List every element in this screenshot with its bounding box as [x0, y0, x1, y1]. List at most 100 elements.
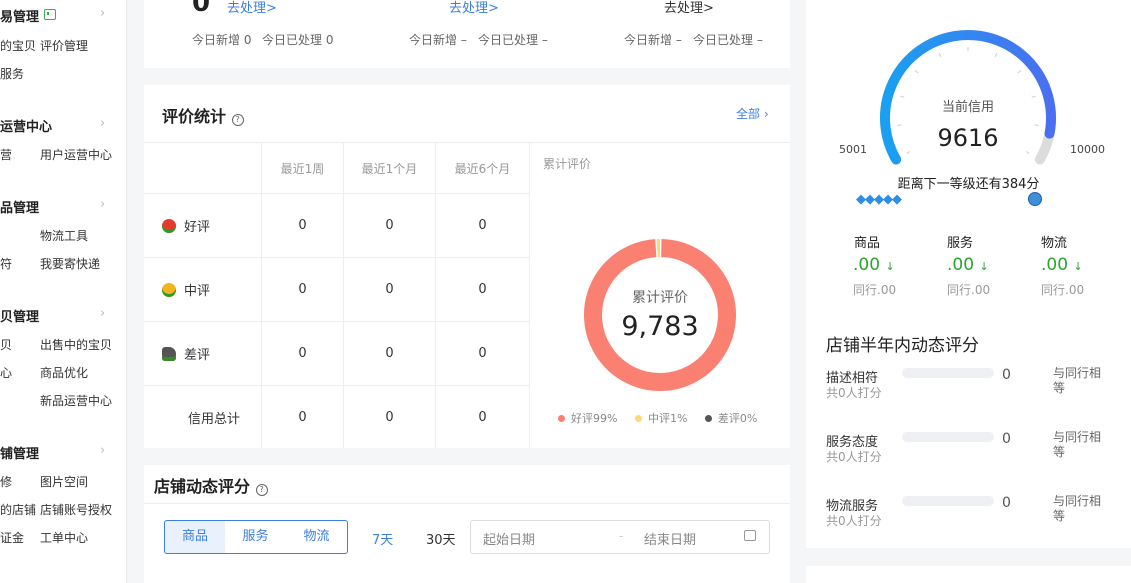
cumulative-title: 累计评价 [543, 157, 592, 171]
handle-link[interactable]: 去处理> [227, 0, 277, 16]
gauge-tick [1025, 151, 1030, 154]
metric-name: 商品 [854, 236, 881, 251]
help-icon[interactable]: ? [231, 114, 244, 126]
chevron-right-icon[interactable]: › [100, 116, 105, 131]
sidebar-item[interactable]: 的宝贝 [0, 37, 36, 54]
date-range-picker[interactable]: 起始日期 - 结束日期 [470, 520, 770, 554]
table-row: 差评 0 0 0 [144, 321, 530, 386]
range-30d[interactable]: 30天 [426, 529, 456, 548]
sidebar-item[interactable]: 证金 [0, 529, 24, 546]
review-stats-card: 评价统计 ? 全部 › 最近1周 最近1个月 最近6个月 好评 0 0 0 中评… [144, 85, 790, 449]
today-new: 今日新增 0 [192, 33, 252, 47]
gauge-tick [914, 70, 919, 74]
next-card [806, 566, 1131, 583]
sidebar-item-account-auth[interactable]: 店铺账号授权 [40, 501, 112, 518]
calendar-icon[interactable] [744, 530, 756, 541]
todo-count: 0 [192, 0, 211, 18]
sidebar-item[interactable]: 服务 [0, 65, 24, 82]
table-cell: 0 [435, 257, 530, 322]
table-cell: 0 [261, 321, 344, 386]
handle-link[interactable]: 去处理> [449, 0, 499, 16]
credit-card: 当前信用 9616 5001 10000 距离下一等级还有384分 ◆◆◆◆◆ … [806, 0, 1131, 548]
chevron-right-icon[interactable]: › [100, 6, 105, 21]
sidebar-item-product-optimize[interactable]: 商品优化 [40, 364, 88, 381]
sidebar-item-send-express[interactable]: 我要寄快递 [40, 255, 100, 272]
gauge-tick [994, 52, 998, 57]
help-icon[interactable]: ? [255, 484, 268, 496]
rating-compare: 与同行相等 [1053, 430, 1102, 459]
sidebar-item-review-management[interactable]: 评价管理 [40, 37, 88, 54]
table-row: 信用总计 0 0 0 [144, 385, 530, 449]
view-all-link[interactable]: 全部 › [736, 105, 769, 122]
sidebar-item-logistics-tools[interactable]: 物流工具 [40, 227, 88, 244]
review-table: 最近1周 最近1个月 最近6个月 好评 0 0 0 中评 0 0 0 差评 0 … [144, 142, 530, 449]
gauge-tick [906, 151, 911, 154]
handle-link[interactable]: 去处理> [664, 0, 714, 16]
table-cell: 0 [343, 257, 436, 322]
start-date-field[interactable]: 起始日期 [483, 529, 535, 548]
table-cell: 0 [343, 193, 436, 258]
divider [530, 142, 790, 143]
wilted-flower-icon [162, 347, 176, 361]
chevron-right-icon[interactable]: › [100, 443, 105, 458]
red-flower-icon [162, 219, 176, 233]
gauge-tick [1031, 95, 1036, 98]
metric-value: .00 ↓ [947, 255, 989, 275]
table-cell: 0 [343, 321, 436, 386]
sidebar-section-title[interactable]: 易管理 [0, 6, 57, 25]
sidebar-section-title[interactable]: 贝管理 [0, 306, 39, 325]
table-cell: 0 [435, 321, 530, 386]
sidebar-item-user-ops[interactable]: 用户运营中心 [40, 146, 112, 163]
table-cell: 0 [343, 385, 436, 449]
rating-compare: 与同行相等 [1053, 366, 1102, 395]
rating-score: 0 [1002, 495, 1011, 511]
sidebar-section-title[interactable]: 运营中心 [0, 116, 52, 135]
rating-bar [902, 496, 994, 506]
tab-service[interactable]: 服务 [225, 520, 287, 554]
today-new: 今日新增 – [624, 33, 682, 47]
tab-logistics[interactable]: 物流 [286, 520, 348, 554]
donut-chart: 累计评价 9,783 [584, 239, 736, 391]
crown-level-icon [1028, 192, 1042, 206]
row-label: 差评 [144, 321, 262, 386]
gauge-tick [900, 95, 905, 98]
diamond-level-icon: ◆◆◆◆◆ [856, 192, 902, 207]
table-row: 好评 0 0 0 [144, 193, 530, 258]
divider [144, 503, 790, 504]
sidebar-section-title[interactable]: 品管理 [0, 197, 39, 216]
metric-name: 服务 [947, 236, 974, 251]
table-row: 最近1周 最近1个月 最近6个月 [144, 142, 530, 194]
sidebar-item[interactable]: 心 [0, 364, 12, 381]
tab-product[interactable]: 商品 [164, 520, 226, 554]
today-done: 今日已处理 0 [262, 33, 334, 47]
table-cell: 0 [435, 385, 530, 449]
end-date-field[interactable]: 结束日期 [644, 529, 696, 548]
legend-item[interactable]: 差评0% [704, 412, 757, 425]
range-7d[interactable]: 7天 [372, 529, 393, 548]
sidebar-section-title[interactable]: 铺管理 [0, 443, 39, 462]
sidebar-item-ticket-center[interactable]: 工单中心 [40, 529, 88, 546]
sidebar-item-on-sale[interactable]: 出售中的宝贝 [40, 336, 112, 353]
todo-count: - [624, 0, 635, 12]
chevron-right-icon[interactable]: › [100, 197, 105, 212]
section-title: 评价统计 ? [162, 103, 244, 127]
table-cell: 0 [261, 257, 344, 322]
column-header: 最近6个月 [435, 142, 530, 194]
donut-center-label: 累计评价 [632, 290, 688, 306]
table-row: 中评 0 0 0 [144, 257, 530, 322]
row-label: 好评 [144, 193, 262, 258]
section-title: 店铺动态评分 ? [154, 473, 268, 497]
sidebar-item[interactable]: 符 [0, 255, 12, 272]
sidebar-item-image-space[interactable]: 图片空间 [40, 473, 88, 490]
todo-count: - [409, 0, 420, 12]
rating-bar [902, 432, 994, 442]
sidebar-item[interactable]: 营 [0, 146, 12, 163]
sidebar-item[interactable]: 贝 [0, 336, 12, 353]
chevron-right-icon[interactable]: › [100, 306, 105, 321]
sidebar-item[interactable]: 的店铺 [0, 501, 36, 518]
sidebar-item[interactable]: 修 [0, 473, 12, 490]
legend-item[interactable]: 好评99% [558, 412, 617, 425]
metric-peer: 同行.00 [1041, 283, 1085, 297]
legend-item[interactable]: 中评1% [634, 412, 687, 425]
sidebar-item-new-product-center[interactable]: 新品运营中心 [40, 392, 112, 409]
